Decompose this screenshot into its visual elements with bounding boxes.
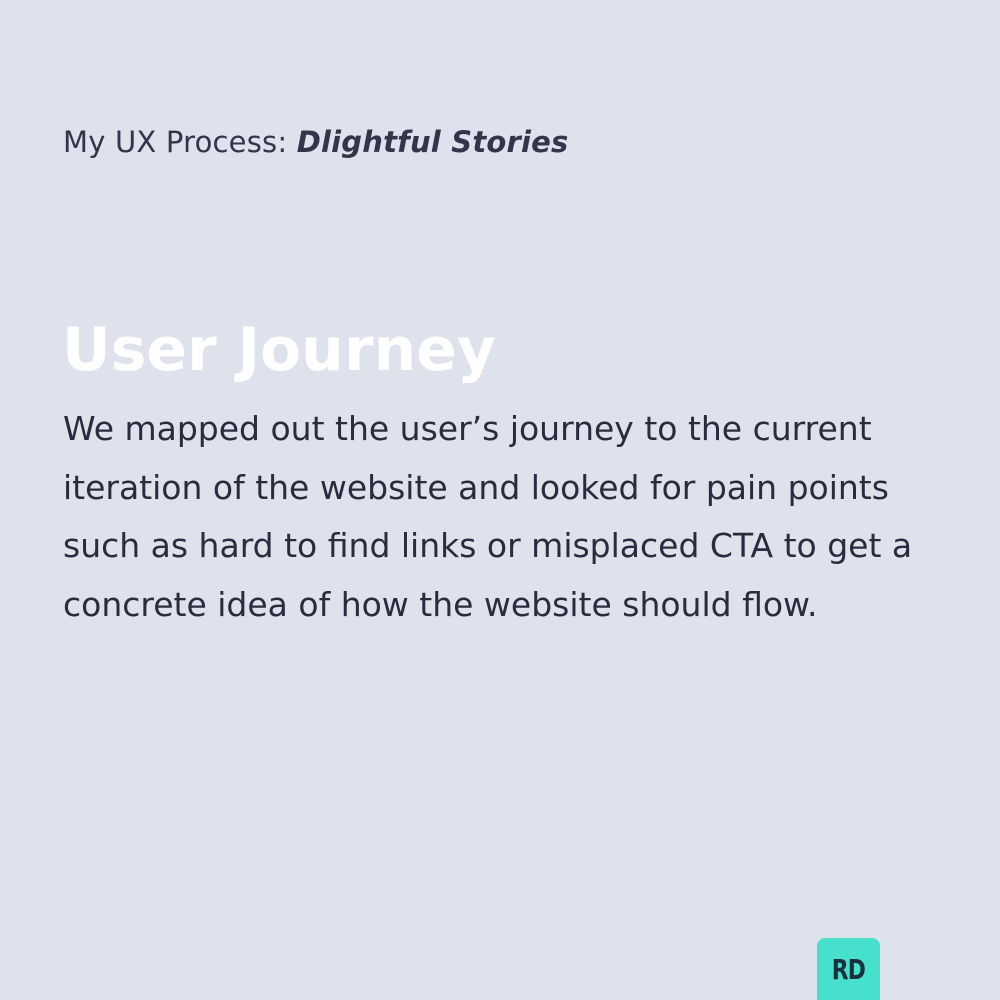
process-header: My UX Process: Dlightful Stories: [63, 122, 568, 162]
section-title: User Journey: [62, 315, 496, 385]
section-description: We mapped out the user’s journey to the …: [63, 409, 913, 624]
rd-logo-badge: RD: [817, 938, 880, 1000]
badge-text: RD: [831, 952, 866, 986]
header-prefix: My UX Process:: [63, 125, 297, 159]
project-name: Dlightful Stories: [296, 125, 569, 159]
